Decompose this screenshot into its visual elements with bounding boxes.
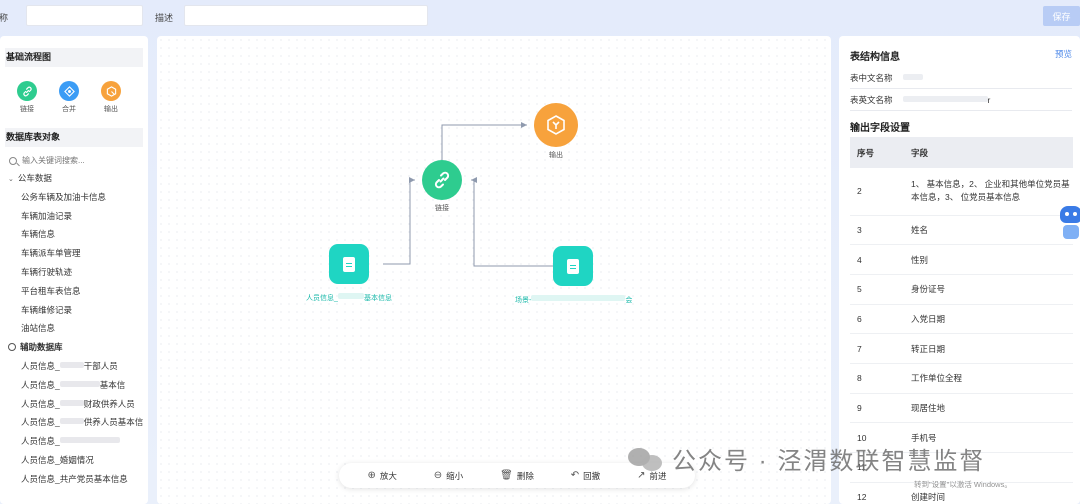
- tree-item[interactable]: 油站信息: [0, 319, 148, 338]
- tree-item[interactable]: 人员信息_ 基本信: [0, 376, 148, 395]
- merge-icon: [59, 81, 79, 101]
- tool-link-label: 链接: [20, 106, 34, 113]
- chevron-down-icon: ⌄: [8, 176, 14, 183]
- table-row[interactable]: 7 转正日期: [850, 333, 1073, 364]
- tree-item[interactable]: 人员信息_ 干部人员: [0, 357, 148, 376]
- tree-group-aux-db[interactable]: 辅助数据库: [0, 338, 148, 357]
- tree-item[interactable]: 人员信息_: [0, 432, 148, 451]
- table-row[interactable]: 4 性别: [850, 244, 1073, 275]
- divider: [850, 110, 1072, 111]
- cn-name-row: 表中文名称: [850, 72, 923, 84]
- tree-item[interactable]: 车辆信息: [0, 225, 148, 244]
- table-row[interactable]: 9 现居住地: [850, 393, 1073, 424]
- redacted-text: [59, 437, 120, 444]
- tool-merge-label: 合并: [62, 106, 76, 113]
- zoom-in-icon: ⊕: [367, 470, 376, 481]
- node-scene[interactable]: 场景- 会: [515, 246, 633, 305]
- zoom-in-button[interactable]: ⊕ 放大: [367, 470, 396, 482]
- tree-item[interactable]: 平台租车表信息: [0, 282, 148, 301]
- redacted-text: [902, 96, 988, 102]
- redacted-text: [59, 418, 84, 425]
- tool-output[interactable]: 输出: [100, 81, 122, 114]
- col-index-header: 序号: [850, 137, 911, 168]
- node-scene-label: 场景- 会: [515, 295, 633, 304]
- divider: [850, 88, 1072, 89]
- tree-item[interactable]: 公务车辆及加油卡信息: [0, 188, 148, 207]
- tree-item[interactable]: 车辆加油记录: [0, 207, 148, 226]
- link-icon: [422, 160, 462, 200]
- delete-button[interactable]: 🗑 删除: [500, 470, 534, 482]
- activate-windows-text: 转到"设置"以激活 Windows。: [914, 480, 1012, 489]
- document-icon: [553, 246, 593, 286]
- node-output[interactable]: 输出: [534, 103, 578, 160]
- watermark-text: 公众号 · 泾渭数联智慧监督: [672, 448, 986, 475]
- flow-edges: [383, 122, 555, 267]
- output-icon: [101, 81, 121, 101]
- desc-input[interactable]: [184, 5, 428, 26]
- tree-group-bus-data[interactable]: ⌄ 公车数据: [0, 169, 148, 188]
- top-bar: 名称 描述 保存: [0, 0, 1080, 32]
- wechat-icon: [628, 446, 664, 472]
- tree-item[interactable]: 车辆维修记录: [0, 301, 148, 320]
- flow-canvas[interactable]: 输出 链接 人员信息_ 基本信息 场景- 会 ⊕ 放大 ⊖ 缩小 🗑 删除 ↶ 回撤 ↗ 前进: [157, 36, 831, 504]
- tool-link[interactable]: 链接: [16, 81, 38, 114]
- tree-item[interactable]: 人员信息_共产党员基本信息: [0, 470, 148, 489]
- tool-merge[interactable]: 合并: [58, 81, 80, 114]
- output-fields-title: 输出字段设置: [850, 123, 910, 134]
- right-panel: 表结构信息 预览 表中文名称 表英文名称 r 输出字段设置 序号 字段 2 1、 基…: [839, 36, 1080, 504]
- table-info-title: 表结构信息: [850, 52, 900, 63]
- link-icon: [17, 81, 37, 101]
- table-row[interactable]: 6 入党日期: [850, 304, 1073, 335]
- trash-icon: 🗑: [500, 470, 513, 481]
- table-row[interactable]: 8 工作单位全程: [850, 363, 1073, 394]
- tree-item[interactable]: 人员信息_ 供养人员基本信: [0, 413, 148, 432]
- output-icon: [534, 103, 578, 147]
- tree-item[interactable]: 车辆行驶轨迹: [0, 263, 148, 282]
- table-row[interactable]: 2 1、 基本信息，2、 企业和其他单位党员基本信息，3、 位党员基本信息: [850, 168, 1073, 216]
- search-icon: [9, 156, 17, 165]
- node-link[interactable]: 链接: [422, 160, 462, 213]
- redacted-text: [59, 380, 100, 387]
- tool-palette: 链接 合并 输出: [16, 81, 148, 114]
- undo-icon: ↶: [570, 470, 580, 481]
- db-objects-title: 数据库表对象: [5, 128, 143, 147]
- save-button[interactable]: 保存: [1043, 6, 1080, 26]
- document-icon: [329, 244, 369, 284]
- tree-item[interactable]: 人员信息_ 财政供养人员: [0, 395, 148, 414]
- en-name-row: 表英文名称 r: [850, 95, 991, 105]
- desc-label: 描述: [155, 13, 174, 23]
- database-icon: [8, 343, 16, 352]
- col-field-header: 字段: [911, 137, 1073, 168]
- redacted-text: [902, 74, 923, 80]
- left-panel: 基础流程图 链接 合并 输出 数据库表对象 ⌄公车数据 公务车辆及加油卡信息 车…: [0, 36, 148, 504]
- redacted-text: [59, 399, 84, 406]
- name-label: 名称: [0, 13, 9, 23]
- node-person-info[interactable]: 人员信息_ 基本信息: [302, 244, 396, 303]
- db-tree: ⌄ 公车数据 公务车辆及加油卡信息 车辆加油记录 车辆信息 车辆派车单管理 车辆行…: [0, 169, 148, 489]
- table-row[interactable]: 5 身份证号: [850, 274, 1073, 305]
- tree-item[interactable]: 人员信息_婚姻情况: [0, 451, 148, 470]
- edge-link-to-output: [441, 122, 527, 160]
- name-input[interactable]: [26, 5, 143, 26]
- undo-button[interactable]: ↶ 回撤: [571, 470, 600, 482]
- preview-link[interactable]: 预览: [1055, 48, 1072, 60]
- watermark: 公众号 · 泾渭数联智慧监督: [628, 441, 985, 476]
- tree-item[interactable]: 车辆派车单管理: [0, 244, 148, 263]
- tool-output-label: 输出: [104, 106, 118, 113]
- node-link-label: 链接: [435, 205, 449, 212]
- assistant-robot-icon[interactable]: [1060, 206, 1080, 242]
- basic-flow-title: 基础流程图: [5, 48, 143, 67]
- search-input[interactable]: [22, 156, 142, 165]
- search-box[interactable]: [5, 152, 143, 169]
- redacted-text: [59, 361, 84, 368]
- node-output-label: 输出: [549, 152, 563, 159]
- zoom-out-icon: ⊖: [433, 470, 443, 481]
- node-person-label: 人员信息_ 基本信息: [306, 293, 392, 302]
- table-row[interactable]: 3 姓名: [850, 215, 1073, 246]
- zoom-out-button[interactable]: ⊖ 缩小: [434, 470, 463, 482]
